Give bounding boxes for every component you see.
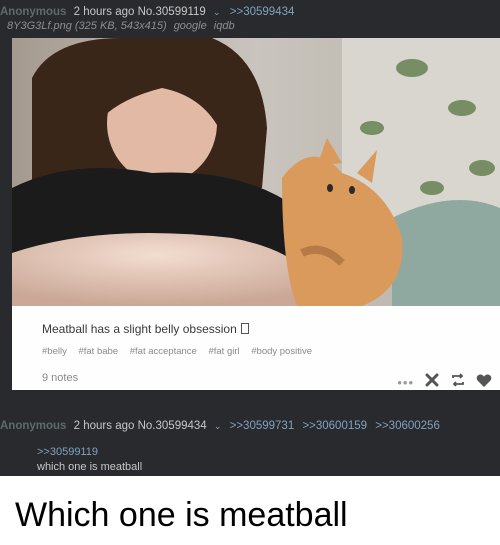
poster-name: Anonymous xyxy=(0,420,67,432)
post-header: Anonymous 2 hours ago No.30599119 ⌄ >>30… xyxy=(0,6,294,18)
iqdb-link[interactable]: iqdb xyxy=(214,20,235,32)
post-1: Anonymous 2 hours ago No.30599119 ⌄ >>30… xyxy=(0,0,500,390)
post-number[interactable]: No.30599119 xyxy=(138,6,206,18)
post-2: Anonymous 2 hours ago No.30599434 ⌄ >>30… xyxy=(0,390,500,476)
more-icon[interactable]: ••• xyxy=(397,375,414,390)
file-info: 8Y3G3Lf.png (325 KB, 543x415) google iqd… xyxy=(7,20,235,32)
google-link[interactable]: google xyxy=(174,20,207,32)
meme-caption: Which one is meatball xyxy=(15,496,348,534)
tag[interactable]: #belly xyxy=(42,346,67,357)
reply-link[interactable]: >>30600159 xyxy=(302,420,367,432)
quote-link[interactable]: >>30599119 xyxy=(37,446,98,458)
poster-name: Anonymous xyxy=(0,6,67,18)
post-image[interactable] xyxy=(12,38,500,306)
chevron-down-icon[interactable]: ⌄ xyxy=(213,7,221,17)
post-header: Anonymous 2 hours ago No.30599434 ⌄ >>30… xyxy=(0,420,440,432)
reply-link[interactable]: >>30599434 xyxy=(230,6,295,18)
notes-count[interactable]: 9 notes xyxy=(42,372,78,384)
post-time: 2 hours ago xyxy=(73,420,135,432)
tag[interactable]: #fat acceptance xyxy=(130,346,197,357)
reply-link[interactable]: >>30600256 xyxy=(375,420,440,432)
post-time: 2 hours ago xyxy=(73,6,135,18)
missing-glyph-icon xyxy=(240,323,249,334)
file-name[interactable]: 8Y3G3Lf.png (325 KB, 543x415) xyxy=(7,20,167,32)
tag[interactable]: #body positive xyxy=(251,346,312,357)
caption-text: Meatball has a slight belly obsession xyxy=(42,322,237,336)
tag[interactable]: #fat babe xyxy=(78,346,118,357)
chevron-down-icon[interactable]: ⌄ xyxy=(214,421,222,431)
post-number[interactable]: No.30599434 xyxy=(138,420,207,432)
reply-link[interactable]: >>30599731 xyxy=(230,420,295,432)
tag[interactable]: #fat girl xyxy=(208,346,239,357)
tag-list: #belly #fat babe #fat acceptance #fat gi… xyxy=(42,346,321,357)
tumblr-caption: Meatball has a slight belly obsession xyxy=(42,322,249,336)
post-message: which one is meatball xyxy=(37,461,143,473)
tumblr-post: Meatball has a slight belly obsession #b… xyxy=(12,306,500,390)
photo-illustration xyxy=(12,38,500,306)
